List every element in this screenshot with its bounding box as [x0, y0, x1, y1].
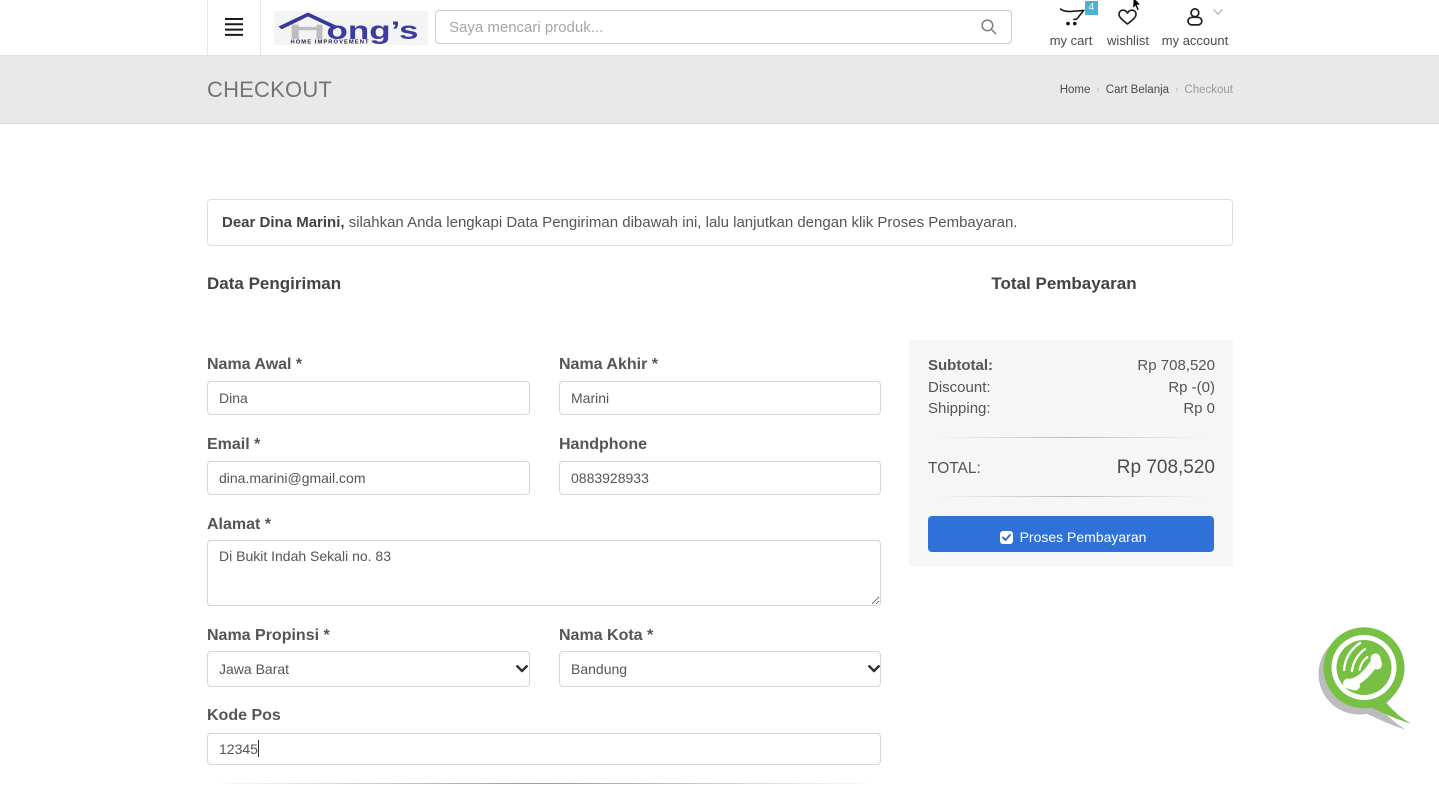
svg-text:HOME IMPROVEMENT: HOME IMPROVEMENT [291, 40, 369, 46]
